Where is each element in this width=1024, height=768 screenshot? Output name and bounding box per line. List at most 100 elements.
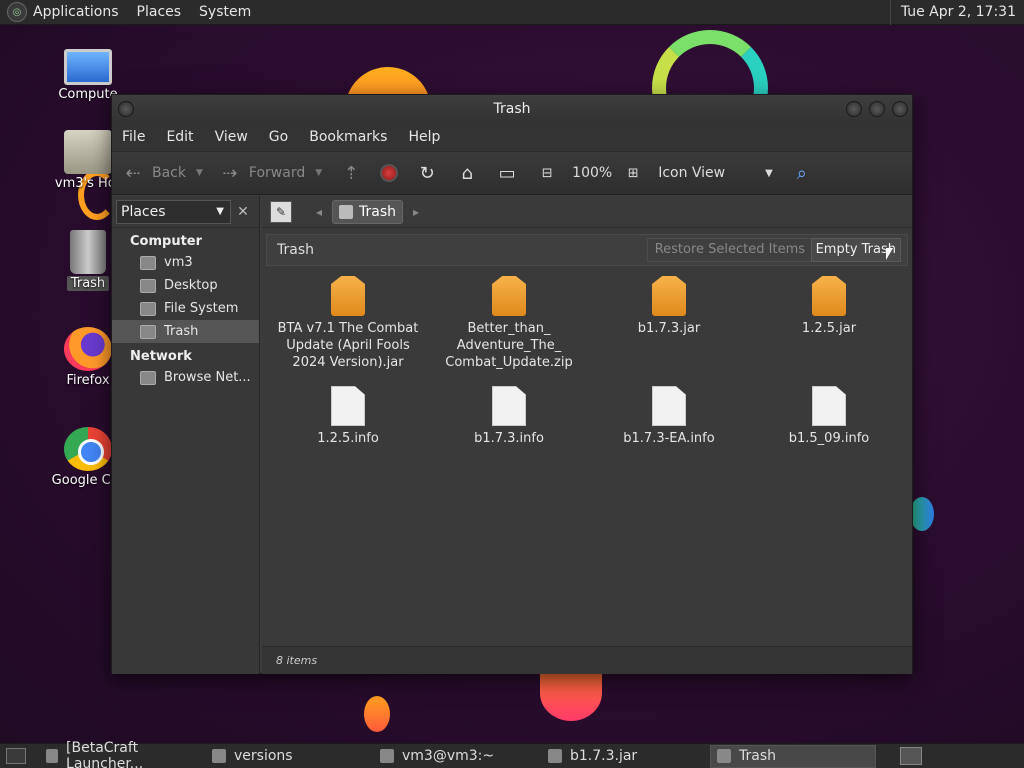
drive-icon bbox=[140, 301, 156, 316]
document-icon bbox=[331, 386, 365, 426]
sidebar-section-computer: Computer bbox=[130, 234, 203, 249]
taskbar-item-trash[interactable]: Trash bbox=[710, 744, 876, 768]
sidebar-item-label: Trash bbox=[164, 324, 199, 339]
zoom-in-icon: ⊞ bbox=[627, 165, 639, 181]
file-item[interactable]: BTA v7.1 The Combat Update (April Fools … bbox=[273, 276, 423, 371]
taskbar-item-versions[interactable]: versions bbox=[206, 745, 372, 768]
places-menu[interactable]: Places bbox=[137, 4, 182, 20]
wallpaper-blob bbox=[910, 497, 934, 531]
close-button[interactable] bbox=[892, 101, 908, 117]
breadcrumb-trash[interactable]: Trash bbox=[332, 199, 404, 224]
computer-icon: ▭ bbox=[498, 162, 516, 184]
menu-file[interactable]: File bbox=[122, 129, 145, 145]
up-arrow-icon: ⇡ bbox=[343, 162, 359, 184]
sidebar-item-browse-network[interactable]: Browse Net... bbox=[112, 366, 259, 389]
sidebar-item-label: File System bbox=[164, 301, 239, 316]
taskbar-item-terminal[interactable]: vm3@vm3:~ bbox=[374, 745, 540, 768]
location-edit-icon[interactable]: ✎ bbox=[270, 200, 292, 223]
sidebar-item-label: Browse Net... bbox=[164, 370, 251, 385]
menu-edit[interactable]: Edit bbox=[166, 129, 193, 145]
file-name: b1.7.3.info bbox=[474, 431, 544, 446]
file-item[interactable]: 1.2.5.jar bbox=[754, 276, 904, 337]
window-titlebar[interactable]: Trash bbox=[112, 95, 912, 123]
sidebar-item-desktop[interactable]: Desktop bbox=[112, 274, 259, 297]
computer-button[interactable]: ▭ bbox=[496, 163, 526, 184]
up-button[interactable]: ⇡ bbox=[340, 163, 370, 184]
menu-view[interactable]: View bbox=[215, 129, 248, 145]
system-menu[interactable]: System bbox=[199, 4, 251, 20]
archive-icon bbox=[331, 276, 365, 316]
file-name: 1.2.5.jar bbox=[801, 321, 857, 336]
desktop-icon-label: Compute bbox=[58, 87, 118, 102]
archive-icon bbox=[812, 276, 846, 316]
distro-logo-icon[interactable]: ◎ bbox=[7, 2, 27, 22]
file-item[interactable]: b1.7.3.info bbox=[434, 386, 584, 447]
zoom-level: 100% bbox=[572, 165, 613, 181]
menu-go[interactable]: Go bbox=[269, 129, 288, 145]
document-icon bbox=[812, 386, 846, 426]
file-item[interactable]: b1.7.3.jar bbox=[594, 276, 744, 337]
chrome-icon bbox=[64, 427, 112, 471]
file-name: b1.7.3.jar bbox=[637, 321, 701, 336]
toolbar: ⇠ Back ▼ ⇢ Forward ▼ ⇡ ↻ ⌂ ▭ ⊟ 100% ⊞ Ic… bbox=[112, 151, 912, 195]
chevron-down-icon[interactable]: ▼ bbox=[196, 168, 203, 178]
sidebar-item-vm3[interactable]: vm3 bbox=[112, 251, 259, 274]
window-title: Trash bbox=[493, 101, 531, 117]
chevron-left-icon[interactable]: ◂ bbox=[316, 205, 322, 219]
sidebar: Places ▼ ✕ Computer vm3 Desktop File Sys… bbox=[112, 196, 260, 674]
back-button[interactable]: ⇠ Back ▼ bbox=[122, 163, 203, 184]
menu-help[interactable]: Help bbox=[408, 129, 440, 145]
trash-icon bbox=[140, 324, 156, 339]
view-mode-label: Icon View bbox=[658, 165, 726, 181]
trash-applet-icon[interactable] bbox=[900, 747, 922, 765]
firefox-icon bbox=[64, 327, 112, 371]
sidebar-item-filesystem[interactable]: File System bbox=[112, 297, 259, 320]
window-menu-button[interactable] bbox=[118, 101, 134, 117]
menu-bookmarks[interactable]: Bookmarks bbox=[309, 129, 387, 145]
zoom-out-button[interactable]: ⊟ bbox=[536, 166, 562, 181]
sidebar-item-label: vm3 bbox=[164, 255, 193, 270]
path-bar: ✎ ◂ Trash ▸ bbox=[262, 196, 912, 228]
restore-selected-button[interactable]: Restore Selected Items bbox=[646, 238, 813, 262]
applications-menu[interactable]: Applications bbox=[33, 4, 119, 20]
file-view: ✎ ◂ Trash ▸ Trash Restore Selected Items… bbox=[262, 196, 912, 674]
trash-icon bbox=[339, 204, 354, 219]
file-item[interactable]: Better_than_ Adventure_The_ Combat_Updat… bbox=[434, 276, 584, 371]
taskbar-item-betacraft[interactable]: [BetaCraft Launcher... bbox=[40, 740, 204, 768]
sidebar-item-trash[interactable]: Trash bbox=[112, 320, 259, 343]
sidebar-header: Places ▼ ✕ bbox=[112, 196, 259, 228]
folder-icon bbox=[212, 749, 226, 763]
file-item[interactable]: b1.7.3-EA.info bbox=[594, 386, 744, 447]
home-icon: ⌂ bbox=[461, 162, 473, 184]
home-folder-icon bbox=[140, 255, 156, 270]
chevron-down-icon[interactable]: ▼ bbox=[315, 168, 322, 178]
chevron-right-icon[interactable]: ▸ bbox=[413, 205, 419, 219]
close-icon[interactable]: ✕ bbox=[231, 204, 255, 220]
zoom-out-icon: ⊟ bbox=[541, 165, 553, 181]
minimize-button[interactable] bbox=[846, 101, 862, 117]
info-bar-label: Trash bbox=[277, 242, 314, 258]
show-desktop-button[interactable] bbox=[6, 748, 26, 764]
menubar: File Edit View Go Bookmarks Help bbox=[112, 123, 912, 151]
status-bar: 8 items bbox=[262, 646, 912, 674]
maximize-button[interactable] bbox=[869, 101, 885, 117]
zoom-in-button[interactable]: ⊞ bbox=[622, 166, 648, 181]
home-button[interactable]: ⌂ bbox=[456, 163, 486, 184]
back-label: Back bbox=[152, 165, 186, 181]
desktop-icon-label: Firefox bbox=[66, 373, 110, 388]
forward-button[interactable]: ⇢ Forward ▼ bbox=[219, 163, 322, 184]
file-item[interactable]: 1.2.5.info bbox=[273, 386, 423, 447]
chevron-down-icon: ▼ bbox=[765, 167, 773, 179]
search-icon: ⌕ bbox=[796, 162, 807, 184]
search-button[interactable]: ⌕ bbox=[791, 163, 821, 184]
top-panel: ◎ Applications Places System Tue Apr 2, … bbox=[0, 0, 1024, 25]
file-item[interactable]: b1.5_09.info bbox=[754, 386, 904, 447]
desktop-folder-icon bbox=[140, 278, 156, 293]
reload-button[interactable]: ↻ bbox=[416, 163, 446, 184]
clock[interactable]: Tue Apr 2, 17:31 bbox=[889, 0, 1024, 25]
stop-button[interactable] bbox=[380, 164, 399, 182]
taskbar-item-b173-jar[interactable]: b1.7.3.jar bbox=[542, 745, 708, 768]
archive-icon bbox=[652, 276, 686, 316]
view-mode-select[interactable]: Icon View ▼ bbox=[658, 165, 773, 181]
sidebar-type-select[interactable]: Places ▼ bbox=[116, 199, 231, 224]
